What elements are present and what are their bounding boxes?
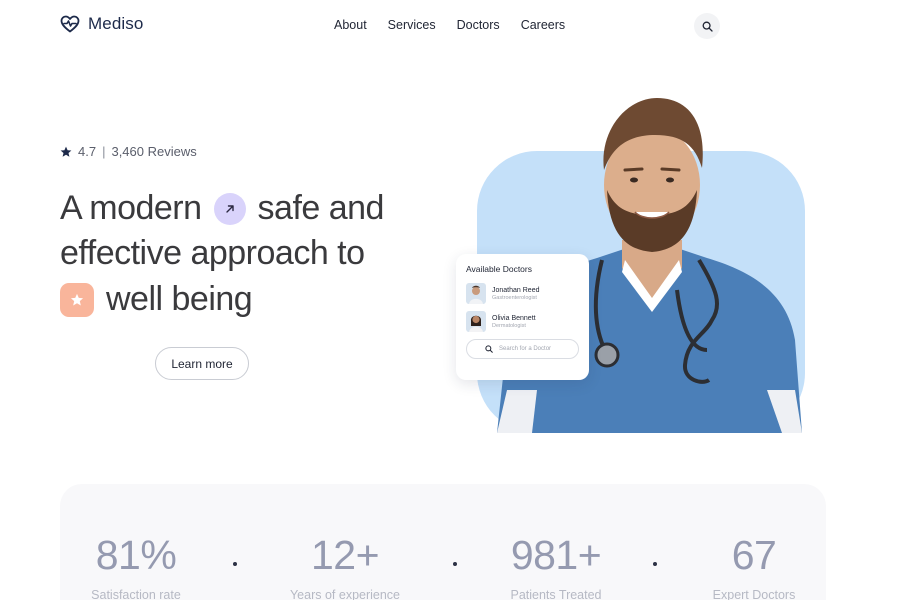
heart-pulse-icon (60, 15, 80, 33)
search-placeholder: Search for a Doctor (499, 346, 552, 352)
stat-label: Patients Treated (510, 588, 602, 600)
rating-separator: | (102, 144, 106, 159)
headline-line-3: well being (60, 280, 253, 319)
doctor-search-input[interactable]: Search for a Doctor (466, 339, 579, 359)
headline-line-2: effective approach to (60, 234, 365, 273)
nav-item-about[interactable]: About (334, 18, 367, 32)
stat-label: Satisfaction rate (91, 588, 181, 600)
headline-line-1: A modern safe and (60, 189, 384, 228)
nav-item-careers[interactable]: Careers (521, 18, 565, 32)
stat-satisfaction: 81% Satisfaction rate (84, 532, 188, 600)
brand-name: Mediso (88, 14, 144, 33)
doctor-name: Jonathan Reed (492, 286, 540, 294)
search-button[interactable] (694, 13, 720, 39)
search-icon (702, 21, 713, 32)
stat-label: Expert Doctors (712, 588, 796, 600)
headline-text: safe and (257, 189, 385, 227)
stat-divider-dot (453, 562, 457, 566)
star-icon (60, 146, 72, 157)
headline-text: A modern (60, 189, 202, 227)
logo[interactable]: Mediso (60, 14, 143, 34)
stat-divider-dot (233, 562, 237, 566)
stats-section: 81% Satisfaction rate 12+ Years of exper… (60, 484, 826, 600)
star-icon (70, 293, 84, 305)
available-doctors-panel: Available Doctors Jonathan Reed Gastroen… (456, 254, 589, 380)
nav-item-doctors[interactable]: Doctors (457, 18, 500, 32)
stat-doctors: 67 Expert Doctors (704, 532, 804, 600)
stat-experience: 12+ Years of experience (280, 532, 410, 600)
stat-value: 12+ (310, 532, 380, 578)
stat-value: 81% (95, 532, 177, 578)
stat-label: Years of experience (289, 588, 401, 600)
rating: 4.7 | 3,460 Reviews (60, 144, 197, 159)
doctor-avatar (466, 283, 486, 304)
panel-title: Available Doctors (466, 264, 532, 274)
arrow-chip (213, 192, 246, 225)
doctor-avatar (466, 311, 486, 332)
doctor-item[interactable]: Olivia Bennett Dermatologist (466, 311, 579, 332)
search-icon (485, 345, 493, 353)
doctor-specialty: Gastroenterologist (492, 294, 537, 301)
stat-patients: 981+ Patients Treated (500, 532, 612, 600)
review-count: 3,460 Reviews (111, 144, 197, 159)
headline-text: effective approach to (60, 234, 365, 272)
main-nav: About Services Doctors Careers (334, 18, 565, 32)
stat-value: 981+ (510, 532, 602, 578)
rating-score: 4.7 (78, 144, 97, 159)
nav-item-services[interactable]: Services (388, 18, 436, 32)
doctor-name: Olivia Bennett (492, 314, 536, 322)
stat-divider-dot (653, 562, 657, 566)
stat-value: 67 (731, 532, 777, 578)
arrow-up-right-icon (225, 204, 234, 213)
doctor-item[interactable]: Jonathan Reed Gastroenterologist (466, 283, 579, 304)
headline-text: well being (106, 280, 253, 318)
learn-more-button[interactable]: Learn more (155, 347, 249, 380)
star-chip (60, 282, 94, 317)
doctor-specialty: Dermatologist (492, 322, 526, 329)
